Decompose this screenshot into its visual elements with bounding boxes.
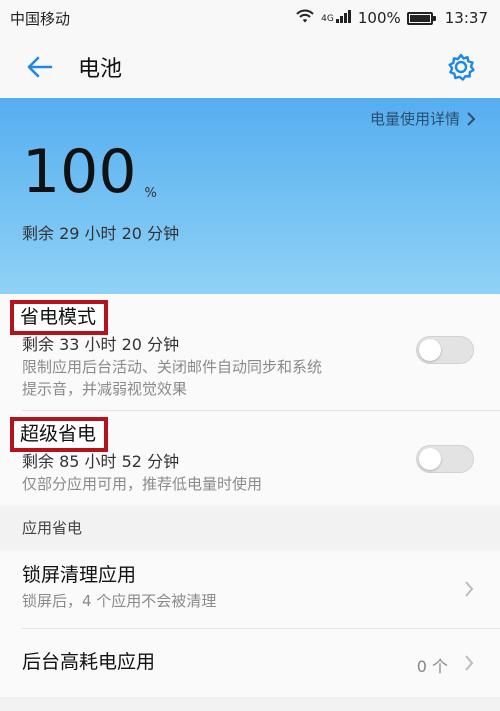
ultra-power-saving-toggle[interactable]	[416, 445, 474, 473]
power-saving-mode-toggle[interactable]	[416, 336, 474, 364]
highlight-frame: 超级省电	[10, 417, 109, 452]
battery-percent: 100%	[357, 9, 401, 27]
battery-level-unit: %	[144, 186, 157, 201]
battery-icon	[406, 11, 436, 25]
power-saving-mode-desc-1: 限制应用后台活动、关闭邮件自动同步和系统	[22, 357, 323, 376]
high-power-apps-row[interactable]: 后台高耗电应用 0 个	[0, 629, 500, 697]
page-title: 电池	[78, 57, 123, 82]
status-bar: 中国移动 4G 100% 13:37	[0, 0, 500, 36]
chevron-right-icon	[465, 581, 474, 597]
app-bar: 电池	[0, 36, 500, 98]
chevron-right-icon	[465, 655, 474, 671]
remaining-time: 剩余 29 小时 20 分钟	[22, 224, 180, 243]
power-saving-mode-row[interactable]: 省电模式 剩余 33 小时 20 分钟 限制应用后台活动、关闭邮件自动同步和系统…	[0, 294, 500, 410]
section-header-app-saving: 应用省电	[0, 506, 500, 550]
settings-button[interactable]	[444, 50, 478, 84]
clock: 13:37	[444, 9, 488, 27]
power-modes-list: 省电模式 剩余 33 小时 20 分钟 限制应用后台活动、关闭邮件自动同步和系统…	[0, 294, 500, 506]
power-saving-mode-desc-2: 提示音，并减弱视觉效果	[22, 379, 188, 398]
high-power-apps-title: 后台高耗电应用	[22, 651, 156, 673]
signal-icon	[335, 9, 352, 27]
app-saving-list: 锁屏清理应用 锁屏后，4 个应用不会被清理 后台高耗电应用 0 个	[0, 550, 500, 697]
lockscreen-cleanup-row[interactable]: 锁屏清理应用 锁屏后，4 个应用不会被清理	[0, 550, 500, 628]
toggle-knob	[419, 448, 441, 470]
carrier-label: 中国移动	[10, 9, 71, 28]
battery-level-value: 100	[22, 137, 137, 207]
lockscreen-cleanup-subtitle: 锁屏后，4 个应用不会被清理	[22, 591, 217, 610]
gear-icon	[448, 53, 475, 81]
ultra-power-saving-title: 超级省电	[20, 423, 97, 445]
battery-hero: 电量使用详情 100 % 剩余 29 小时 20 分钟	[0, 98, 500, 294]
battery-level: 100 %	[22, 142, 157, 202]
usage-details-link[interactable]: 电量使用详情	[370, 108, 476, 129]
lockscreen-cleanup-title: 锁屏清理应用	[22, 564, 137, 586]
ultra-power-saving-row[interactable]: 超级省电 剩余 85 小时 52 分钟 仅部分应用可用，推荐低电量时使用	[0, 411, 500, 506]
power-saving-mode-remaining: 剩余 33 小时 20 分钟	[22, 334, 180, 354]
wifi-icon	[295, 8, 315, 28]
toggle-knob	[419, 339, 441, 361]
ultra-power-saving-desc: 仅部分应用可用，推荐低电量时使用	[22, 474, 263, 493]
status-indicators: 4G 100% 13:37	[295, 8, 488, 28]
back-button[interactable]	[22, 50, 56, 84]
highlight-frame: 省电模式	[10, 300, 109, 335]
network-type-label: 4G	[321, 14, 334, 24]
power-saving-mode-title: 省电模式	[20, 306, 97, 328]
usage-details-label: 电量使用详情	[369, 110, 460, 128]
high-power-apps-count: 0 个	[416, 657, 448, 676]
arrow-left-icon	[27, 56, 53, 78]
chevron-right-icon	[467, 111, 476, 126]
ultra-power-saving-remaining: 剩余 85 小时 52 分钟	[22, 451, 180, 471]
